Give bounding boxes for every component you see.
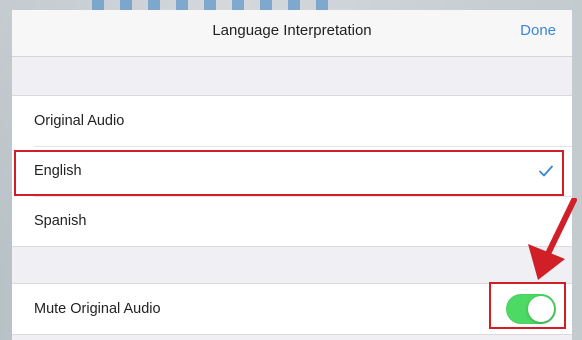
checkmark-icon <box>539 165 553 177</box>
language-option-spanish[interactable]: Spanish <box>12 196 572 246</box>
section-spacer <box>12 247 572 283</box>
language-options-group: Original Audio English Spanish <box>12 95 572 247</box>
mute-original-audio-toggle[interactable] <box>506 294 556 324</box>
language-option-label: Spanish <box>34 213 87 229</box>
done-button[interactable]: Done <box>520 10 556 52</box>
toggle-knob <box>528 296 554 322</box>
mute-original-audio-row: Mute Original Audio <box>12 284 572 334</box>
language-option-original-audio[interactable]: Original Audio <box>12 96 572 146</box>
language-interpretation-panel: Language Interpretation Done Original Au… <box>12 10 572 340</box>
language-option-label: English <box>34 163 82 179</box>
section-spacer <box>12 57 572 95</box>
audio-settings-group: Mute Original Audio <box>12 283 572 335</box>
navigation-bar: Language Interpretation Done <box>12 10 572 57</box>
page-title: Language Interpretation <box>212 22 372 39</box>
mute-original-audio-label: Mute Original Audio <box>34 301 161 317</box>
top-cropped-artifact <box>92 0 340 10</box>
language-option-label: Original Audio <box>34 113 125 129</box>
language-option-english[interactable]: English <box>12 146 572 196</box>
